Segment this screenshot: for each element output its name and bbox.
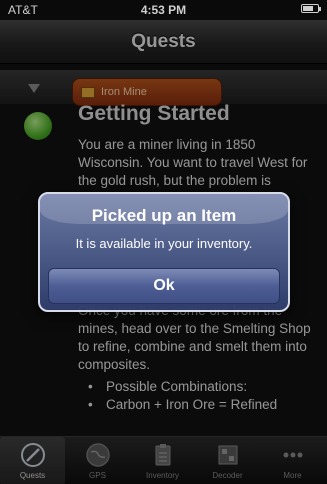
- clock: 4:53 PM: [140, 3, 187, 17]
- alert-title: Picked up an Item: [91, 206, 237, 225]
- alert-message: It is available in your inventory.: [75, 236, 253, 251]
- status-bar: AT&T 4:53 PM: [0, 0, 327, 20]
- status-icons: [301, 4, 321, 13]
- ok-button[interactable]: Ok: [48, 268, 280, 304]
- alert-dialog: Picked up an Item It is available in you…: [38, 192, 290, 312]
- battery-icon: [301, 4, 321, 13]
